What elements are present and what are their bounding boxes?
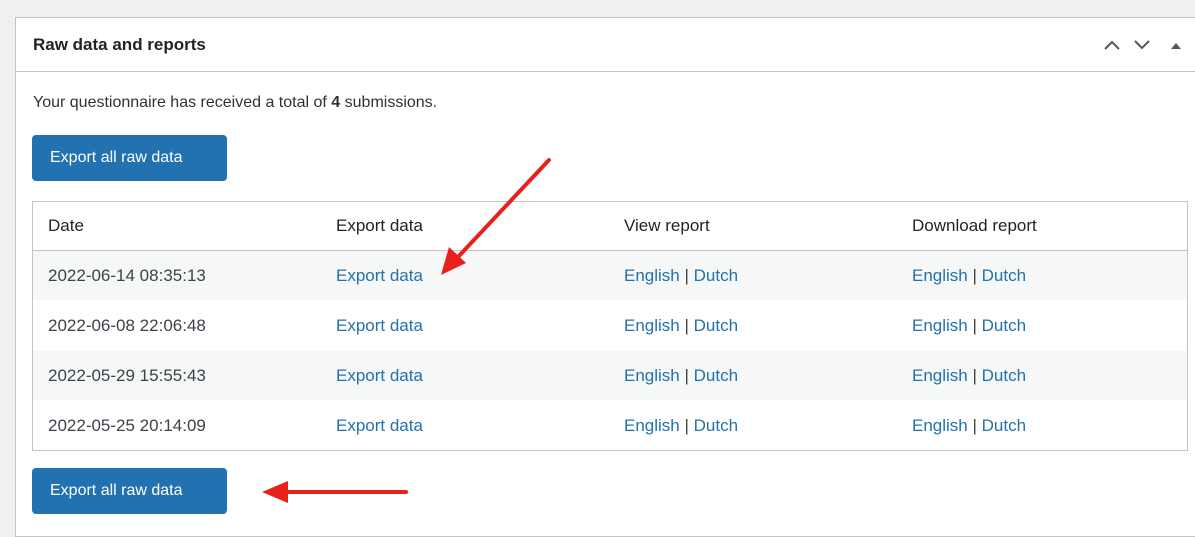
export-all-raw-data-button-top[interactable]: Export all raw data [32,135,227,181]
link-separator: | [972,265,977,285]
table-row: 2022-06-08 22:06:48 Export data English … [33,301,1187,350]
download-report-dutch-link[interactable]: Dutch [982,366,1026,385]
view-report-dutch-link[interactable]: Dutch [694,316,738,335]
view-report-links: English | Dutch [624,316,738,336]
export-data-link[interactable]: Export data [336,266,423,286]
chevron-down-icon [1134,39,1150,49]
download-report-links: English | Dutch [912,416,1026,436]
link-separator: | [972,315,977,335]
table-header-row: Date Export data View report Download re… [33,202,1187,251]
export-data-link[interactable]: Export data [336,316,423,336]
download-report-links: English | Dutch [912,366,1026,386]
column-header-export-data: Export data [336,216,423,235]
link-separator: | [684,365,689,385]
submission-date: 2022-06-14 08:35:13 [48,265,206,285]
link-separator: | [972,415,977,435]
move-up-button[interactable] [1097,18,1127,71]
link-separator: | [684,265,689,285]
triangle-up-icon [1171,42,1181,49]
view-report-english-link[interactable]: English [624,416,680,435]
download-report-links: English | Dutch [912,316,1026,336]
toggle-panel-button[interactable] [1157,18,1195,71]
submission-summary: Your questionnaire has received a total … [33,94,437,112]
view-report-english-link[interactable]: English [624,266,680,285]
move-down-button[interactable] [1127,18,1157,71]
view-report-links: English | Dutch [624,266,738,286]
view-report-links: English | Dutch [624,416,738,436]
download-report-dutch-link[interactable]: Dutch [982,316,1026,335]
submission-count: 4 [331,94,341,111]
view-report-dutch-link[interactable]: Dutch [694,416,738,435]
table-row: 2022-06-14 08:35:13 Export data English … [33,251,1187,300]
download-report-english-link[interactable]: English [912,416,968,435]
download-report-english-link[interactable]: English [912,366,968,385]
summary-suffix: submissions. [344,94,438,111]
export-all-raw-data-button-bottom[interactable]: Export all raw data [32,468,227,514]
download-report-dutch-link[interactable]: Dutch [982,266,1026,285]
table-row: 2022-05-25 20:14:09 Export data English … [33,401,1187,450]
view-report-english-link[interactable]: English [624,316,680,335]
column-header-date: Date [48,216,84,235]
chevron-up-icon [1104,40,1120,50]
submissions-table: Date Export data View report Download re… [32,201,1188,451]
link-separator: | [684,315,689,335]
download-report-links: English | Dutch [912,266,1026,286]
raw-data-panel: Raw data and reports Your questionnaire … [15,17,1195,537]
panel-title: Raw data and reports [33,34,206,54]
panel-controls [1097,18,1195,71]
link-separator: | [684,415,689,435]
view-report-links: English | Dutch [624,366,738,386]
view-report-english-link[interactable]: English [624,366,680,385]
export-data-link[interactable]: Export data [336,416,423,436]
table-row: 2022-05-29 15:55:43 Export data English … [33,351,1187,400]
export-data-link[interactable]: Export data [336,366,423,386]
view-report-dutch-link[interactable]: Dutch [694,266,738,285]
download-report-english-link[interactable]: English [912,316,968,335]
submission-date: 2022-06-08 22:06:48 [48,315,206,335]
summary-prefix: Your questionnaire has received a total … [33,94,327,111]
link-separator: | [972,365,977,385]
view-report-dutch-link[interactable]: Dutch [694,366,738,385]
download-report-dutch-link[interactable]: Dutch [982,416,1026,435]
column-header-download-report: Download report [912,216,1037,235]
download-report-english-link[interactable]: English [912,266,968,285]
submission-date: 2022-05-25 20:14:09 [48,415,206,435]
column-header-view-report: View report [624,216,710,235]
submission-date: 2022-05-29 15:55:43 [48,365,206,385]
panel-header: Raw data and reports [16,18,1195,72]
